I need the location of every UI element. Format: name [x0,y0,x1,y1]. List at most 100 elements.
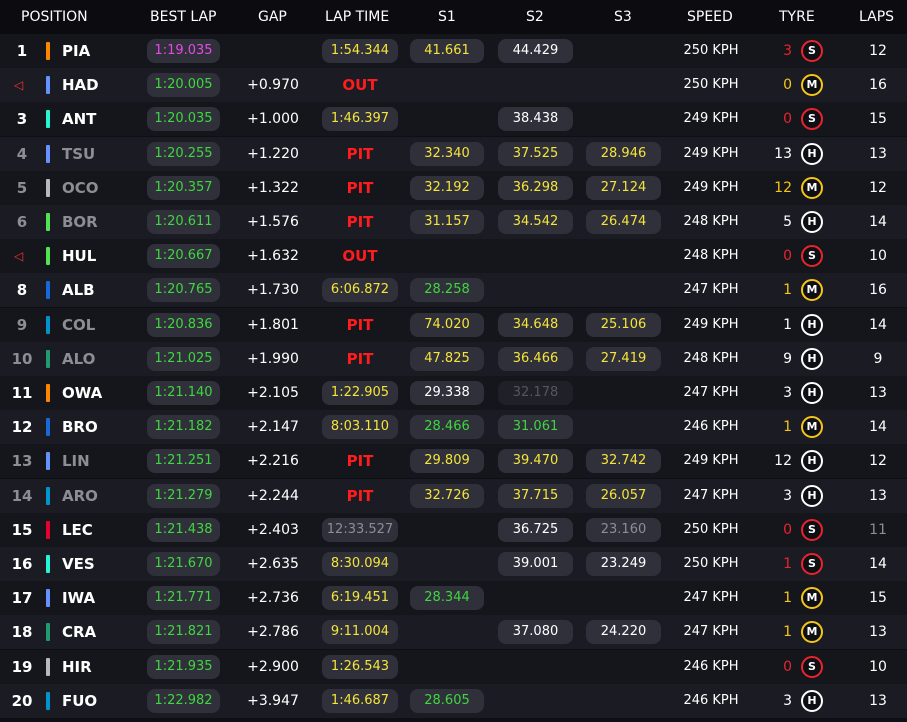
lap-time: 1:54.344 [322,39,398,63]
sector-s3: 24.220 [586,620,661,645]
table-row[interactable]: ◁ HUL 1:20.667 +1.632 OUT 248 KPH 0 S 10 [0,239,907,274]
speed-value: 250 KPH [683,77,739,93]
speed-value: 249 KPH [683,453,739,469]
table-row[interactable]: 8 ALB 1:20.765 +1.730 6:06.872 28.258 247 KPH 1… [0,273,907,308]
sector-s3: 26.057 [586,483,661,508]
sector-s3: 23.249 [586,552,661,576]
position-number: 14 [11,486,33,505]
header-s2: S2 [526,9,544,25]
team-color-bar [46,144,50,163]
team-color-bar [46,418,50,437]
team-color-bar [46,589,50,608]
status-pit-label: PIT [346,178,374,197]
driver-code: BOR [62,213,98,231]
tyre-laps-count: 3 [783,43,792,59]
tyre-compound-h-icon: H [801,211,823,233]
table-row[interactable]: 9 COL 1:20.836 +1.801 PIT 74.020 34.648 25.106 2… [0,307,907,342]
table-row[interactable]: 4 TSU 1:20.255 +1.220 PIT 32.340 37.525 28.946 2… [0,136,907,171]
best-lap-time: 1:20.667 [147,244,220,269]
best-lap-time: 1:20.836 [147,312,220,337]
sector-s1: 29.338 [410,381,484,405]
status-pit-label: PIT [346,486,374,505]
header-speed: SPEED [687,9,733,25]
driver-code: OCO [62,178,99,197]
speed-value: 249 KPH [683,316,739,332]
best-lap-time: 1:21.279 [147,483,220,508]
tyre-compound-h-icon: H [801,313,823,336]
driver-code: COL [62,315,96,334]
speed-value: 247 KPH [683,487,739,503]
header-position: POSITION [21,9,88,25]
gap-value: +2.147 [247,419,299,436]
team-color-bar [46,452,50,471]
driver-code: PIA [62,42,91,60]
header-s3: S3 [614,9,632,25]
gap-value: +2.635 [247,556,299,572]
lap-time: 9:11.004 [322,620,398,645]
position-number: 15 [11,520,33,539]
position-number: 13 [11,452,33,471]
lap-time: 1:46.397 [322,107,398,132]
gap-value: +2.216 [247,453,299,470]
table-row[interactable]: 20 FUO 1:22.982 +3.947 1:46.687 28.605 246 KPH… [0,683,907,718]
table-row[interactable]: ◁ HAD 1:20.005 +0.970 OUT 250 KPH 0 M 16 [0,68,907,103]
gap-value: +3.947 [247,692,299,709]
team-color-bar [46,42,50,60]
sector-s2: 31.061 [498,415,573,440]
tyre-compound-m-icon: M [801,587,823,610]
gap-value: +2.736 [247,590,299,607]
tyre-laps-count: 1 [783,556,792,572]
table-row[interactable]: 15 LEC 1:21.438 +2.403 12:33.527 36.725 23.160… [0,512,907,547]
laps-count: 9 [873,350,883,367]
table-row[interactable]: 19 HIR 1:21.935 +2.900 1:26.543 246 KPH 0 S 10 [0,649,907,684]
out-flag-icon: ◁ [14,249,24,264]
table-row[interactable]: 3 ANT 1:20.035 +1.000 1:46.397 38.438 249 KPH 0… [0,102,907,137]
speed-value: 249 KPH [683,145,739,161]
position-number: 8 [16,281,28,300]
speed-value: 246 KPH [683,692,739,708]
speed-value: 246 KPH [683,658,739,674]
table-row[interactable]: 11 OWA 1:21.140 +2.105 1:22.905 29.338 32.178 2… [0,376,907,410]
tyre-laps-count: 1 [783,282,792,299]
table-row[interactable]: 17 IWA 1:21.771 +2.736 6:19.451 28.344 247 KPH… [0,581,907,616]
table-row[interactable]: 18 CRA 1:21.821 +2.786 9:11.004 37.080 24.220 2… [0,615,907,650]
best-lap-time: 1:21.670 [147,552,220,576]
position-number: 3 [16,110,28,129]
table-row[interactable]: 12 BRO 1:21.182 +2.147 8:03.110 28.466 31.061 2… [0,410,907,445]
speed-value: 247 KPH [683,385,739,400]
best-lap-time: 1:20.005 [147,73,220,98]
tyre-compound-h-icon: H [801,689,823,712]
gap-value: +2.900 [247,658,299,675]
table-row[interactable]: 6 BOR 1:20.611 +1.576 PIT 31.157 34.542 26.474 2… [0,205,907,239]
speed-value: 246 KPH [683,419,739,435]
laps-count: 15 [869,111,887,128]
laps-count: 12 [869,453,887,470]
speed-value: 248 KPH [683,214,739,229]
tyre-laps-count: 12 [774,179,792,196]
sector-s3: 26.474 [586,210,661,234]
tyre-laps-count: 1 [783,419,792,436]
tyre-compound-m-icon: M [801,74,823,97]
tyre-laps-count: 0 [783,658,792,675]
speed-value: 247 KPH [683,624,739,640]
header-best-lap: BEST LAP [150,9,217,25]
status-pit-label: PIT [346,213,374,231]
laps-count: 12 [869,43,887,59]
table-row[interactable]: 14 ARO 1:21.279 +2.244 PIT 32.726 37.715 26.057… [0,478,907,513]
speed-value: 247 KPH [683,590,739,606]
table-row[interactable]: 13 LIN 1:21.251 +2.216 PIT 29.809 39.470 32.742… [0,444,907,479]
sector-s3: 27.124 [586,175,661,200]
driver-code: HIR [62,657,92,676]
table-row[interactable]: 16 VES 1:21.670 +2.635 8:30.094 39.001 23.249 2… [0,547,907,581]
tyre-compound-s-icon: S [801,245,823,268]
position-number: 16 [11,555,33,573]
status-pit-label: PIT [346,452,374,471]
gap-value: +1.576 [247,214,299,230]
table-row[interactable]: 10 ALO 1:21.025 +1.990 PIT 47.825 36.466 27.419… [0,341,907,376]
gap-value: +2.105 [247,385,299,401]
sector-s2: 36.298 [498,175,573,200]
tyre-compound-m-icon: M [801,416,823,439]
status-pit-label: PIT [346,315,374,334]
table-row[interactable]: 5 OCO 1:20.357 +1.322 PIT 32.192 36.298 27.124 2… [0,170,907,205]
table-row[interactable]: 1 PIA 1:19.035 1:54.344 41.661 44.429 250 KPH 3… [0,34,907,68]
